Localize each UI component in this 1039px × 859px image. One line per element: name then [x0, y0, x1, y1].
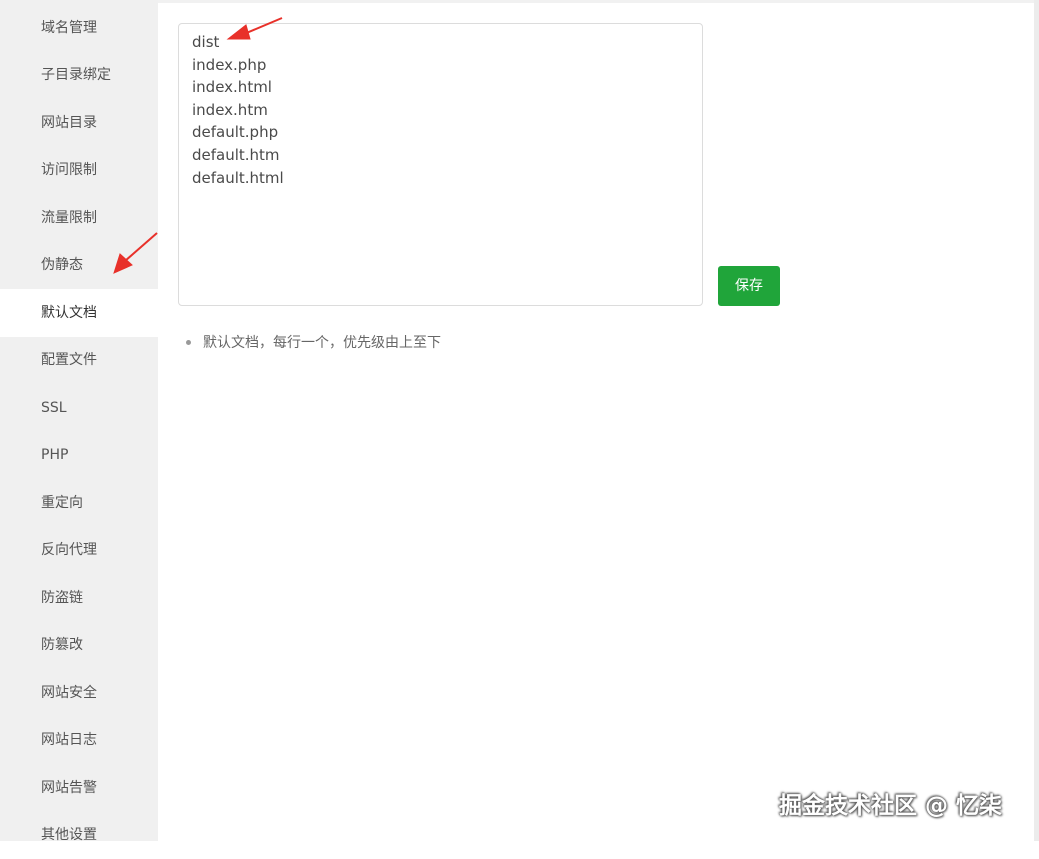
help-tip-text: 默认文档，每行一个，优先级由上至下: [203, 335, 441, 351]
sidebar-item-hotlink-protection[interactable]: 防盗链: [0, 574, 158, 622]
sidebar-item-tamper-protection[interactable]: 防篡改: [0, 621, 158, 669]
sidebar-item-redirect[interactable]: 重定向: [0, 479, 158, 527]
sidebar-item-other-settings[interactable]: 其他设置: [0, 811, 158, 859]
sidebar-item-site-security[interactable]: 网站安全: [0, 669, 158, 717]
sidebar-item-ssl[interactable]: SSL: [0, 384, 158, 432]
sidebar-item-site-logs[interactable]: 网站日志: [0, 716, 158, 764]
right-scroll-edge: [1034, 0, 1039, 841]
red-arrow-annotation-icon: [113, 232, 158, 274]
sidebar-item-php[interactable]: PHP: [0, 431, 158, 479]
bullet-icon: [186, 339, 191, 345]
sidebar-item-config-file[interactable]: 配置文件: [0, 336, 158, 384]
watermark: 掘金技术社区 @ 忆柒: [779, 793, 1003, 819]
sidebar-item-site-alerts[interactable]: 网站告警: [0, 764, 158, 812]
help-tip: 默认文档，每行一个，优先级由上至下: [186, 333, 441, 353]
save-button[interactable]: 保存: [718, 266, 780, 306]
sidebar-item-reverse-proxy[interactable]: 反向代理: [0, 526, 158, 574]
